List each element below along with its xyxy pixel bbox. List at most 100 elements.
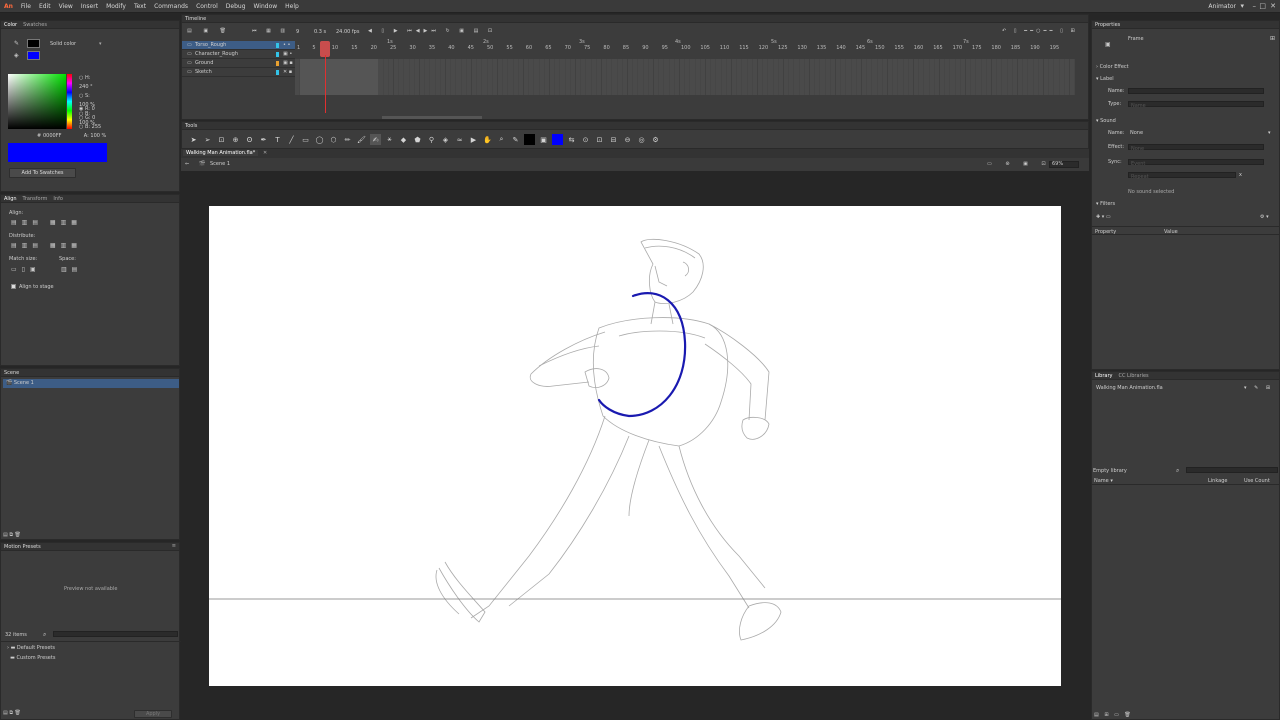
- tab-library[interactable]: Library: [1095, 373, 1112, 379]
- swap-colors-icon[interactable]: ⇆: [566, 134, 577, 145]
- add-filter-icon[interactable]: ✚ ▾ ▭: [1096, 214, 1111, 220]
- close-icon[interactable]: ✕: [1270, 2, 1276, 10]
- menu-control[interactable]: Control: [196, 3, 218, 10]
- align-buttons[interactable]: ▤▥▤ ▦▥▦: [11, 219, 82, 226]
- menu-file[interactable]: File: [21, 3, 31, 10]
- menu-debug[interactable]: Debug: [226, 3, 246, 10]
- menu-edit[interactable]: Edit: [39, 3, 51, 10]
- layer-row-ground[interactable]: ▭ Ground ▣ ▪: [182, 59, 295, 68]
- layer-row-sketch[interactable]: ▭ Sketch ✕ ▪: [182, 68, 295, 77]
- fill-type-select[interactable]: Solid color: [50, 41, 76, 47]
- back-icon[interactable]: ⇐: [185, 161, 189, 167]
- space-buttons[interactable]: ▥▤: [61, 266, 82, 273]
- torso-stroke[interactable]: [597, 292, 687, 418]
- effect-select[interactable]: None: [1128, 144, 1264, 152]
- tab-info[interactable]: Info: [53, 196, 62, 202]
- paint-bucket-icon[interactable]: ◆: [398, 134, 409, 145]
- color-picker-field[interactable]: [8, 74, 66, 129]
- fill-color-icon[interactable]: ◈: [14, 52, 19, 59]
- add-to-swatches-button[interactable]: Add To Swatches: [9, 168, 76, 178]
- frame-number[interactable]: 9: [296, 29, 299, 35]
- tab-cc-libraries[interactable]: CC Libraries: [1118, 373, 1148, 379]
- selection-tool-icon[interactable]: ➤: [188, 134, 199, 145]
- ink-bottle-icon[interactable]: ⬟: [412, 134, 423, 145]
- menu-modify[interactable]: Modify: [106, 3, 126, 10]
- 3d-rotation-icon[interactable]: ⊕: [230, 134, 241, 145]
- align-to-stage-checkbox[interactable]: [11, 284, 16, 289]
- eyedropper-icon[interactable]: ⚲: [426, 134, 437, 145]
- layer-frames-span[interactable]: [300, 59, 378, 95]
- timeline-view-buttons[interactable]: ⏮ ▦ ▥: [252, 28, 289, 34]
- eraser-icon[interactable]: ◈: [440, 134, 451, 145]
- green-value[interactable]: 0: [92, 115, 95, 121]
- hex-value[interactable]: 0000FF: [43, 133, 61, 139]
- oval-icon[interactable]: ◯: [314, 134, 325, 145]
- scene-item[interactable]: 🎬 Scene 1: [3, 379, 179, 388]
- preset-actions[interactable]: ▤ ⧉ 🗑: [3, 710, 21, 716]
- time-display[interactable]: 0.3 s: [314, 29, 326, 35]
- document-tab[interactable]: Walking Man Animation.fla*: [183, 150, 259, 156]
- red-row[interactable]: ◉ R: 0: [79, 105, 119, 114]
- library-actions[interactable]: ▤ ⊞ ▭ 🗑: [1094, 712, 1133, 718]
- fill-color-tool[interactable]: [552, 134, 563, 145]
- tab-swatches[interactable]: Swatches: [23, 22, 47, 28]
- menu-window[interactable]: Window: [254, 3, 278, 10]
- menu-insert[interactable]: Insert: [81, 3, 98, 10]
- stroke-pencil-icon[interactable]: ✎: [510, 134, 521, 145]
- menu-help[interactable]: Help: [285, 3, 299, 10]
- zoom-value[interactable]: 69%: [1052, 161, 1063, 167]
- blue-row[interactable]: ○ B: 255: [79, 123, 119, 132]
- pencil-icon[interactable]: ✏: [342, 134, 353, 145]
- camera-icon[interactable]: ▶: [468, 134, 479, 145]
- apply-button[interactable]: Apply: [134, 710, 172, 718]
- subselection-tool-icon[interactable]: ➢: [202, 134, 213, 145]
- library-pin-icons[interactable]: ▾ ✎ ⊞: [1244, 385, 1273, 391]
- folder-default[interactable]: › ▬ Default Presets: [7, 643, 55, 653]
- frame-ruler[interactable]: 1 5 10 15 20 25 30 35 40 45 50 55 60 65 70 75 80 85 90 95 10…: [295, 39, 1075, 53]
- hue-value[interactable]: 240 °: [79, 84, 93, 90]
- brush-size-icon[interactable]: ⊖: [622, 134, 633, 145]
- fps-display[interactable]: 24.00 fps: [336, 29, 359, 35]
- label-section[interactable]: ▾ Label: [1096, 76, 1114, 82]
- repeat-select[interactable]: Repeat: [1128, 172, 1236, 180]
- pen-icon[interactable]: ✒: [258, 134, 269, 145]
- sound-name-select[interactable]: None: [1130, 130, 1143, 136]
- stage-controls[interactable]: ▭ ⊛ ▣ ⊡: [987, 161, 1052, 167]
- brush-icon[interactable]: ✍: [370, 134, 381, 145]
- alpha-row[interactable]: A: 100 %: [79, 132, 119, 141]
- text-icon[interactable]: T: [272, 134, 283, 145]
- blue-value[interactable]: 255: [92, 124, 102, 130]
- sync-select[interactable]: Event: [1128, 159, 1264, 167]
- library-name-column[interactable]: Name ▾: [1094, 478, 1113, 484]
- filters-section[interactable]: ▾ Filters: [1096, 201, 1115, 207]
- layer-buttons[interactable]: ▤ ▣ 🗑: [187, 28, 231, 34]
- lasso-icon[interactable]: ʘ: [244, 134, 255, 145]
- stroke-color-icon[interactable]: ✎: [14, 40, 19, 47]
- folder-custom[interactable]: ▬ Custom Presets: [7, 653, 55, 663]
- tab-align[interactable]: Align: [4, 196, 17, 202]
- red-value[interactable]: 0: [92, 106, 95, 112]
- layer-row-torso[interactable]: ▭ Torso_Rough • •: [182, 41, 295, 50]
- zoom-icon[interactable]: ⌕: [496, 134, 507, 145]
- help-icon[interactable]: ⊞: [1270, 35, 1275, 42]
- layer-row-character[interactable]: ▭ Character_Rough ▣ •: [182, 50, 295, 59]
- brush-shape-icon[interactable]: ◎: [636, 134, 647, 145]
- scene-breadcrumb[interactable]: Scene 1: [210, 161, 230, 167]
- color-effect-section[interactable]: › Color Effect: [1096, 64, 1129, 70]
- library-search-input[interactable]: [1186, 467, 1278, 473]
- snap-icon[interactable]: ⊙: [580, 134, 591, 145]
- distribute-buttons[interactable]: ▤▥▤ ▦▥▦: [11, 242, 82, 249]
- alpha-value[interactable]: 100 %: [90, 133, 106, 139]
- polystar-icon[interactable]: ⬡: [328, 134, 339, 145]
- menu-text[interactable]: Text: [134, 3, 146, 10]
- menu-commands[interactable]: Commands: [154, 3, 188, 10]
- line-icon[interactable]: ╱: [286, 134, 297, 145]
- tab-color[interactable]: Color: [4, 22, 17, 28]
- library-file-select[interactable]: Walking Man Animation.fla: [1096, 385, 1163, 391]
- hand-icon[interactable]: ✋: [482, 134, 493, 145]
- menu-view[interactable]: View: [59, 3, 73, 10]
- frame-type-select[interactable]: Name: [1128, 101, 1264, 109]
- fill-icon[interactable]: ▣: [538, 134, 549, 145]
- paint-brush-icon[interactable]: 🖌: [356, 134, 367, 145]
- minimize-icon[interactable]: –: [1253, 2, 1257, 10]
